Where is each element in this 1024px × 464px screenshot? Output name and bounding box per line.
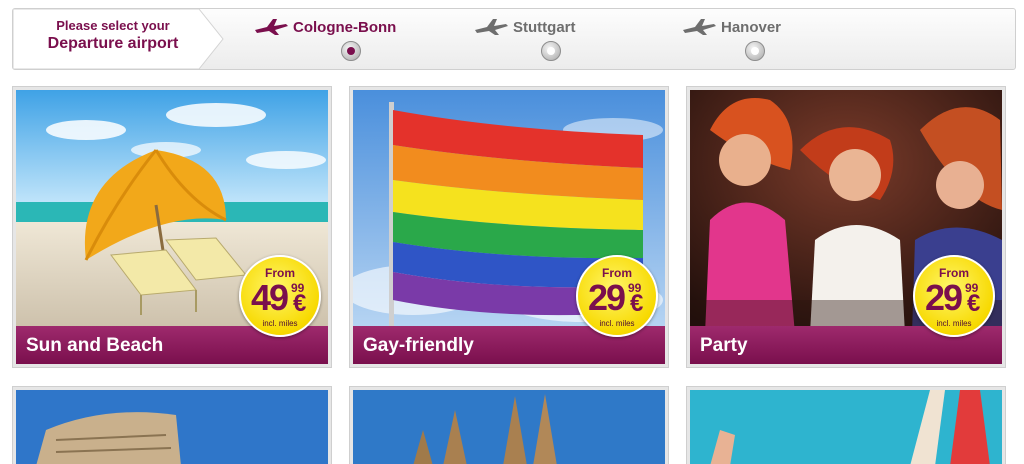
price-note: incl. miles — [936, 319, 972, 328]
destination-tile-city-rome[interactable] — [12, 386, 332, 464]
fun-image — [690, 390, 1002, 464]
radio-button[interactable] — [541, 41, 561, 61]
departure-label-box: Please select your Departure airport — [13, 9, 224, 69]
price-badge: From 49 99 € incl. miles — [239, 255, 321, 337]
airport-name: Hanover — [721, 19, 782, 36]
price-badge: From 29 99 € incl. miles — [913, 255, 995, 337]
destination-tile-gay-friendly[interactable]: Gay-friendly From 29 99 € incl. miles — [349, 86, 669, 368]
departure-title: Departure airport — [47, 35, 179, 52]
plane-icon — [255, 19, 288, 35]
radio-button[interactable] — [341, 41, 361, 61]
radio-button[interactable] — [745, 41, 765, 61]
destination-tile-fun[interactable] — [686, 386, 1006, 464]
colosseum-image — [16, 390, 328, 464]
price-currency: € — [630, 290, 644, 317]
plane-icon — [683, 19, 716, 35]
tile-label: Party — [700, 335, 748, 356]
price-badge: From 29 99 € incl. miles — [576, 255, 658, 337]
tile-label: Sun and Beach — [26, 335, 164, 356]
destination-tile-party[interactable]: Party From 29 99 € incl. miles — [686, 86, 1006, 368]
price-note: incl. miles — [262, 319, 298, 328]
price-currency: € — [967, 290, 981, 317]
price-note: incl. miles — [599, 319, 635, 328]
destination-tile-city-barcelona[interactable] — [349, 386, 669, 464]
departure-airport-selector: Please select your Departure airport Col… — [12, 8, 1016, 70]
sagrada-familia-image — [353, 390, 665, 464]
price-amount: 49 — [251, 277, 289, 318]
destination-tile-sun-and-beach[interactable]: Sun and Beach From 49 99 € incl. miles — [12, 86, 332, 368]
plane-icon — [475, 19, 508, 35]
airport-name: Cologne-Bonn — [293, 19, 397, 36]
tile-label: Gay-friendly — [363, 335, 474, 356]
page: Please select your Departure airport Col… — [0, 0, 1024, 464]
price-amount: 29 — [588, 277, 626, 318]
select-prompt: Please select your — [56, 18, 170, 33]
price-currency: € — [293, 290, 307, 317]
price-amount: 29 — [925, 277, 963, 318]
airport-name: Stuttgart — [513, 19, 576, 36]
